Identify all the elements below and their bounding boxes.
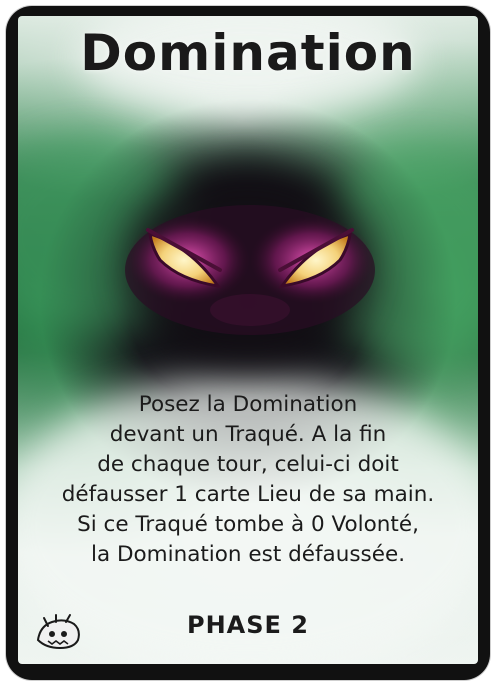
rules-line: devant un Traqué. A la fin xyxy=(109,422,387,447)
rules-line: de chaque tour, celui-ci doit xyxy=(97,452,399,477)
rules-line: Si ce Traqué tombe à 0 Volonté, xyxy=(77,512,419,537)
phase-label: PHASE 2 xyxy=(187,611,309,639)
glowing-eyes-icon xyxy=(125,205,375,335)
rules-line: la Domination est défaussée. xyxy=(90,542,406,567)
card-rules-text: Posez la Domination devant un Traqué. A … xyxy=(30,390,466,570)
rules-line: défausser 1 carte Lieu de sa main. xyxy=(61,482,435,507)
card-title: Domination xyxy=(80,24,416,82)
rules-line: Posez la Domination xyxy=(138,392,358,417)
